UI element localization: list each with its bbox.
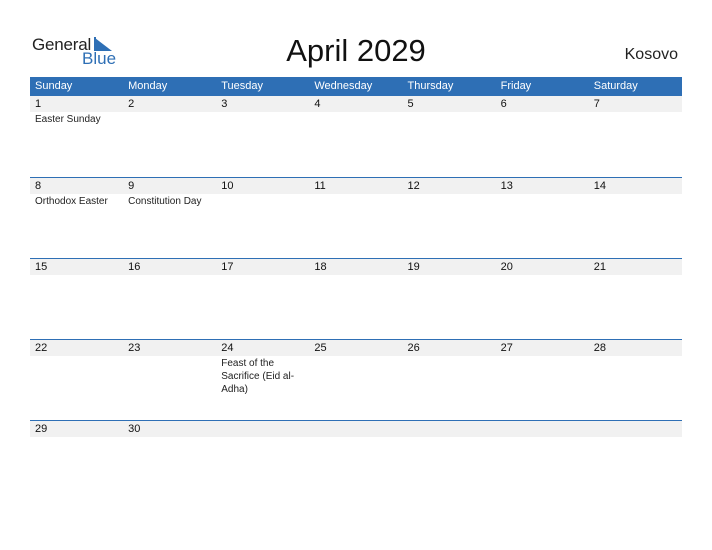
day-number: 1: [35, 98, 42, 110]
day-cell: [589, 421, 682, 501]
day-number: 4: [314, 98, 321, 110]
day-cell: 8 Orthodox Easter: [30, 178, 123, 258]
holiday-label: Feast of the Sacrifice (Eid al-Adha): [221, 358, 295, 395]
weekday-wednesday: Wednesday: [314, 80, 373, 92]
day-cell: 14: [589, 178, 682, 258]
week-row: 15 16 17 18 19 20 21: [30, 258, 682, 339]
day-cell: 13: [496, 178, 589, 258]
day-cell: 9 Constitution Day: [123, 178, 216, 258]
day-cell: 18: [309, 259, 402, 339]
day-cell: 3: [216, 96, 309, 177]
day-cell: 26: [403, 340, 496, 420]
day-number: 19: [407, 261, 420, 273]
day-cell: [309, 421, 402, 501]
day-cell: 7: [589, 96, 682, 177]
day-number: 22: [35, 342, 48, 354]
day-number: 20: [500, 261, 513, 273]
day-cell: 4: [309, 96, 402, 177]
day-cell: 29: [30, 421, 123, 501]
day-number: 21: [593, 261, 606, 273]
week-row: 29 30: [30, 420, 682, 501]
week-row: 1 Easter Sunday 2 3 4 5 6 7: [30, 96, 682, 177]
day-number: 23: [128, 342, 141, 354]
day-cell: 24 Feast of the Sacrifice (Eid al-Adha): [216, 340, 309, 420]
holiday-label: Constitution Day: [128, 196, 202, 207]
day-number: 26: [407, 342, 420, 354]
day-number: 2: [128, 98, 135, 110]
day-cell: 6: [496, 96, 589, 177]
weeks-container: 1 Easter Sunday 2 3 4 5 6 7 8 Orthodox Easter 9 Con…: [30, 96, 682, 501]
holiday-label: Orthodox Easter: [35, 196, 108, 207]
day-number: 6: [500, 98, 507, 110]
day-cell: 15: [30, 259, 123, 339]
country-label: Kosovo: [624, 46, 678, 63]
day-number: 24: [221, 342, 234, 354]
week-row: 22 23 24 Feast of the Sacrifice (Eid al-Adh…: [30, 339, 682, 420]
day-number: [408, 421, 496, 437]
day-number: 11: [314, 180, 326, 192]
day-cell: 23: [123, 340, 216, 420]
day-cell: [403, 421, 496, 501]
day-number: [221, 421, 309, 437]
day-number: [314, 421, 402, 437]
day-cell: 10: [216, 178, 309, 258]
day-number: 27: [500, 342, 513, 354]
day-cell: 17: [216, 259, 309, 339]
day-cell: 12: [403, 178, 496, 258]
day-cell: 28: [589, 340, 682, 420]
day-cell: 1 Easter Sunday: [30, 96, 123, 177]
day-cell: 5: [403, 96, 496, 177]
day-cell: [496, 421, 589, 501]
weekday-sunday: Sunday: [35, 80, 73, 92]
day-number: 30: [128, 423, 141, 435]
day-number: 17: [221, 261, 234, 273]
day-cell: 22: [30, 340, 123, 420]
weekday-monday: Monday: [128, 80, 168, 92]
day-cell: 19: [403, 259, 496, 339]
day-cell: 2: [123, 96, 216, 177]
day-cell: [216, 421, 309, 501]
day-number: [594, 421, 682, 437]
weekday-saturday: Saturday: [593, 80, 638, 92]
day-number: 28: [593, 342, 606, 354]
week-row: 8 Orthodox Easter 9 Constitution Day 10 11 12 1…: [30, 177, 682, 258]
page-title: April 2029: [286, 33, 426, 68]
day-cell: 25: [309, 340, 402, 420]
day-number: 29: [35, 423, 48, 435]
calendar-grid: Sunday Monday Tuesday Wednesday Thursday…: [30, 77, 682, 501]
day-number: 15: [35, 261, 48, 273]
holiday-label: Easter Sunday: [35, 114, 101, 125]
weekday-friday: Friday: [500, 80, 532, 92]
day-cell: 20: [496, 259, 589, 339]
day-number: 5: [407, 98, 414, 110]
day-cell: 21: [589, 259, 682, 339]
weekday-header: Sunday Monday Tuesday Wednesday Thursday…: [30, 77, 682, 96]
day-number: 25: [314, 342, 327, 354]
day-cell: 11: [309, 178, 402, 258]
weekday-tuesday: Tuesday: [221, 80, 264, 92]
day-number: 8: [35, 180, 42, 192]
day-cell: 16: [123, 259, 216, 339]
day-number: 7: [593, 98, 600, 110]
day-number: 3: [221, 98, 228, 110]
day-number: [501, 421, 589, 437]
day-number: 14: [593, 180, 606, 192]
day-number: 13: [500, 180, 513, 192]
day-cell: 30: [123, 421, 216, 501]
day-number: 12: [407, 180, 420, 192]
weekday-thursday: Thursday: [407, 80, 454, 92]
day-cell: 27: [496, 340, 589, 420]
day-number: 9: [128, 180, 135, 192]
day-number: 10: [221, 180, 234, 192]
day-number: 16: [128, 261, 141, 273]
day-number: 18: [314, 261, 327, 273]
